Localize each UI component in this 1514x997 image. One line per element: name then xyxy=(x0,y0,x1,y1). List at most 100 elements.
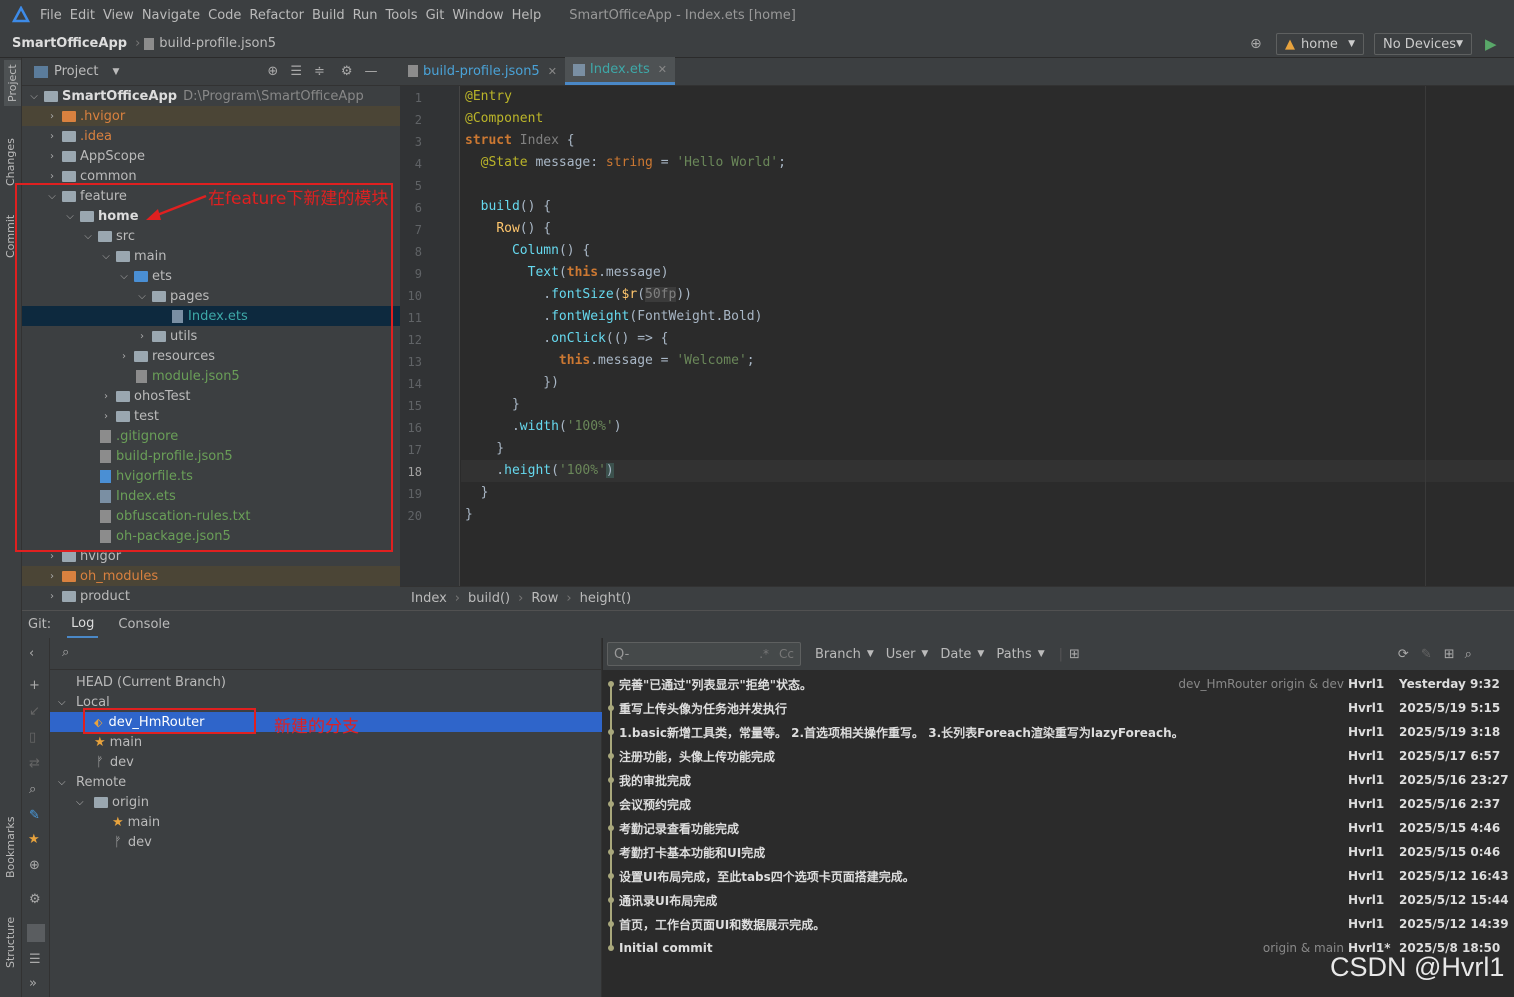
menu-tools[interactable]: Tools xyxy=(386,8,418,23)
tree-row-oh-modules[interactable]: › oh_modules xyxy=(22,566,400,586)
menu-build[interactable]: Build xyxy=(312,8,345,23)
menu-git[interactable]: Git xyxy=(426,8,445,23)
search-icon[interactable]: ⌕ xyxy=(1465,647,1472,662)
close-icon[interactable]: ✕ xyxy=(548,65,557,78)
tree-row-idea[interactable]: › .idea xyxy=(22,126,400,146)
editor-gutter: 1 2 3 4 5 6 7 8 9 10 11 12 13 14 15 16 1… xyxy=(400,86,460,586)
branch-group-origin[interactable]: ⌵ origin xyxy=(50,792,602,812)
menu-view[interactable]: View xyxy=(103,8,134,23)
module-combo[interactable]: ▲ home ▼ xyxy=(1276,33,1364,55)
tree-row-appscope[interactable]: › AppScope xyxy=(22,146,400,166)
target-icon[interactable]: ⊕ xyxy=(1250,36,1262,52)
run-icon[interactable]: ▶ xyxy=(1485,35,1497,53)
menu-help[interactable]: Help xyxy=(512,8,542,23)
delete-icon: ▯ xyxy=(29,730,37,745)
project-panel-title[interactable]: Project xyxy=(54,64,98,79)
crumb-index[interactable]: Index xyxy=(411,591,447,606)
commit-date: 2025/5/12 15:44 xyxy=(1399,893,1509,907)
minimize-icon[interactable]: — xyxy=(365,64,378,79)
chevron-down-icon[interactable]: ▼ xyxy=(977,649,984,659)
commit-node-icon xyxy=(608,729,614,735)
commit-message: 设置UI布局完成，至此tabs四个选项卡页面搭建完成。 xyxy=(619,869,915,884)
commit-row[interactable]: 通讯录UI布局完成 Hvrl1 2025/5/12 15:44 xyxy=(603,888,1514,912)
commit-row[interactable]: 考勤记录查看功能完成 Hvrl1 2025/5/15 4:46 xyxy=(603,816,1514,840)
commit-row[interactable]: 会议预约完成 Hvrl1 2025/5/16 2:37 xyxy=(603,792,1514,816)
log-search-input[interactable]: Q- .* Cc xyxy=(607,642,801,666)
filter-branch[interactable]: Branch xyxy=(815,647,861,662)
commit-row[interactable]: 注册功能，头像上传功能完成 Hvrl1 2025/5/17 6:57 xyxy=(603,744,1514,768)
commit-row[interactable]: 重写上传头像为任务池并发执行 Hvrl1 2025/5/19 5:15 xyxy=(603,696,1514,720)
menu-file[interactable]: File xyxy=(40,8,62,23)
tab-console[interactable]: Console xyxy=(118,617,170,632)
more-icon[interactable]: » xyxy=(29,976,37,991)
menu-navigate[interactable]: Navigate xyxy=(142,8,200,23)
bookmarks-tool-tab[interactable]: Bookmarks xyxy=(4,817,17,878)
chevron-right-icon: › xyxy=(50,110,54,122)
nav-project-name[interactable]: SmartOfficeApp xyxy=(12,36,127,51)
tree-row-product[interactable]: › product xyxy=(22,586,400,606)
menu-window[interactable]: Window xyxy=(452,8,503,23)
tab-build-profile[interactable]: build-profile.json5 ✕ xyxy=(400,57,565,85)
list-icon[interactable]: ☰ xyxy=(29,952,41,967)
chevron-right-icon: › xyxy=(50,570,54,582)
navigate-icon[interactable]: ⊕ xyxy=(29,858,40,873)
branch-group-remote[interactable]: ⌵ Remote xyxy=(50,772,602,792)
filter-date[interactable]: Date xyxy=(940,647,971,662)
filter-user[interactable]: User xyxy=(886,647,916,662)
commit-row[interactable]: 完善"已通过"列表显示"拒绝"状态。 dev_HmRouter origin & … xyxy=(603,672,1514,696)
new-tab-icon[interactable]: ⊞ xyxy=(1069,647,1080,662)
locate-icon[interactable]: ⊕ xyxy=(267,64,278,79)
tree-row-root[interactable]: ⌵ SmartOfficeApp D:\Program\SmartOfficeA… xyxy=(22,86,400,106)
project-tool-tab[interactable]: Project xyxy=(4,60,21,106)
commit-message: 我的审批完成 xyxy=(619,773,692,788)
branch-remote-main[interactable]: ★ main xyxy=(50,812,602,832)
gear-icon[interactable]: ⚙ xyxy=(29,892,41,907)
crumb-build[interactable]: build() xyxy=(468,591,510,606)
chevron-down-icon[interactable]: ▼ xyxy=(921,649,928,659)
menu-run[interactable]: Run xyxy=(353,8,378,23)
filter-paths[interactable]: Paths xyxy=(996,647,1031,662)
regex-toggle[interactable]: .* xyxy=(759,647,769,661)
search-icon[interactable]: ⌕ xyxy=(29,782,36,797)
commit-row[interactable]: 首页，工作台页面UI和数据展示完成。 Hvrl1 2025/5/12 14:39 xyxy=(603,912,1514,936)
chevron-down-icon[interactable]: ▼ xyxy=(867,649,874,659)
branch-local-dev[interactable]: ᚠ dev xyxy=(50,752,602,772)
tab-index-ets[interactable]: Index.ets ✕ xyxy=(564,57,675,85)
gear-icon[interactable]: ⚙ xyxy=(341,64,353,79)
structure-tool-tab[interactable]: Structure xyxy=(4,917,17,968)
branch-search[interactable]: ⌕ xyxy=(50,638,602,670)
crumb-height[interactable]: height() xyxy=(580,591,632,606)
match-case-toggle[interactable]: Cc xyxy=(779,647,794,661)
device-combo[interactable]: No Devices ▼ xyxy=(1374,33,1472,55)
tree-row-hvigor-hidden[interactable]: › .hvigor xyxy=(22,106,400,126)
chevron-down-icon[interactable]: ▼ xyxy=(1038,649,1045,659)
collapse-all-icon[interactable]: ≑ xyxy=(314,64,325,79)
nav-file-name[interactable]: build-profile.json5 xyxy=(159,36,276,51)
tab-log[interactable]: Log xyxy=(67,611,99,639)
layout-icon[interactable] xyxy=(27,924,45,942)
menu-refactor[interactable]: Refactor xyxy=(249,8,304,23)
star-icon[interactable]: ★ xyxy=(28,832,40,847)
layout-grid-icon[interactable]: ⊞ xyxy=(1444,647,1455,662)
line-number: 7 xyxy=(414,223,422,237)
branch-remote-dev[interactable]: ᚠ dev xyxy=(50,832,602,852)
refresh-icon[interactable]: ⟳ xyxy=(1398,647,1409,662)
menu-code[interactable]: Code xyxy=(208,8,241,23)
menu-edit[interactable]: Edit xyxy=(70,8,95,23)
crumb-row[interactable]: Row xyxy=(531,591,558,606)
commit-row[interactable]: 考勤打卡基本功能和UI完成 Hvrl1 2025/5/15 0:46 xyxy=(603,840,1514,864)
commit-row[interactable]: 1.basic新增工具类，常量等。 2.首选项相关操作重写。 3.长列表Fore… xyxy=(603,720,1514,744)
branch-label: dev xyxy=(109,754,134,770)
commit-row[interactable]: 我的审批完成 Hvrl1 2025/5/16 23:27 xyxy=(603,768,1514,792)
branch-head[interactable]: HEAD (Current Branch) xyxy=(50,672,602,692)
chevron-down-icon[interactable]: ▼ xyxy=(112,67,119,77)
expand-all-icon[interactable]: ☰ xyxy=(290,64,302,79)
commit-branch-tags: dev_HmRouter origin & dev xyxy=(1178,677,1344,691)
plus-icon[interactable]: + xyxy=(29,678,40,693)
commit-row[interactable]: 设置UI布局完成，至此tabs四个选项卡页面搭建完成。 Hvrl1 2025/5/1… xyxy=(603,864,1514,888)
collapse-left-icon[interactable]: ‹ xyxy=(29,646,34,661)
changes-tool-tab[interactable]: Changes xyxy=(4,138,17,186)
edit-icon[interactable]: ✎ xyxy=(29,808,40,823)
close-icon[interactable]: ✕ xyxy=(658,63,667,76)
crumb-separator: › xyxy=(566,591,572,606)
